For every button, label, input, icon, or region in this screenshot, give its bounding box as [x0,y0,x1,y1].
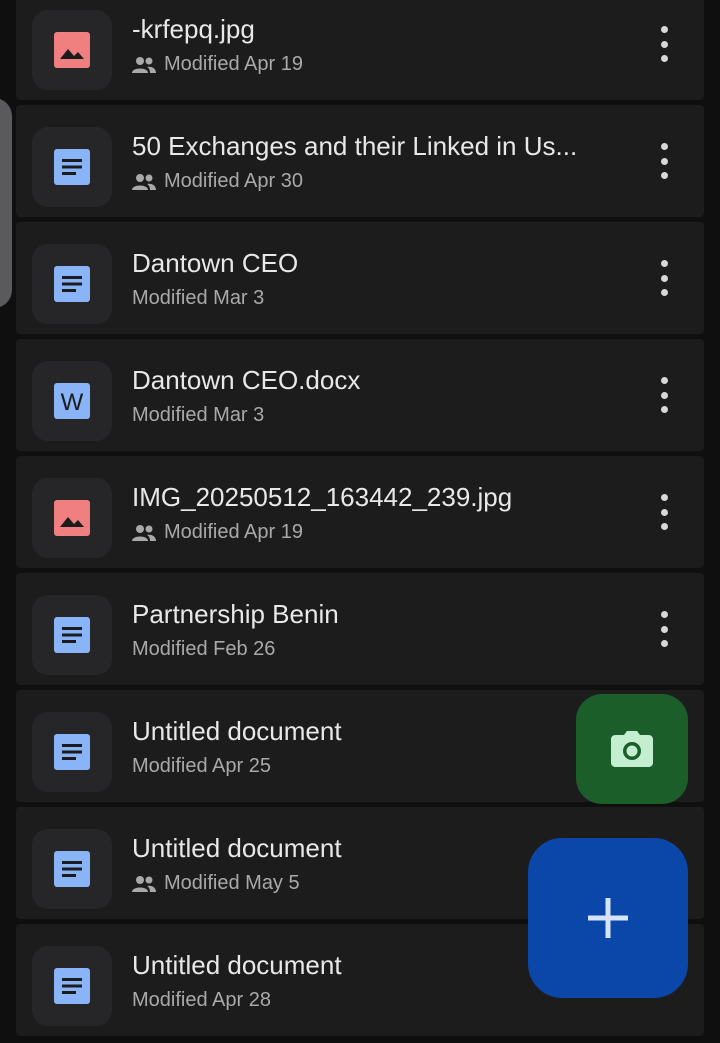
shared-people-icon [132,524,156,541]
doc-icon [54,851,90,887]
doc-icon [54,266,90,302]
file-row[interactable]: W Dantown CEO.docx Modified Mar 3 [16,339,704,451]
file-thumbnail [32,127,112,207]
scan-camera-button[interactable] [576,694,688,804]
word-letter: W [61,389,84,416]
modified-date: Modified Apr 19 [164,521,303,543]
plus-icon [588,898,628,938]
modified-date: Modified Mar 3 [132,287,265,309]
file-meta: Modified Apr 28 [132,989,271,1012]
file-thumbnail [32,712,112,792]
file-row[interactable]: Partnership Benin Modified Feb 26 [16,573,704,685]
image-icon [54,500,90,536]
modified-date: Modified Apr 28 [132,989,271,1011]
shared-people-icon [132,875,156,892]
file-name: Dantown CEO [132,248,299,278]
file-thumbnail [32,478,112,558]
file-thumbnail [32,946,112,1026]
file-name: Partnership Benin [132,599,339,629]
file-row[interactable]: IMG_20250512_163442_239.jpg Modified Apr… [16,456,704,568]
file-name: 50 Exchanges and their Linked in Us... [132,131,578,161]
file-meta: Modified Apr 30 [132,170,303,193]
camera-icon [611,731,653,767]
file-meta: Modified Feb 26 [132,638,275,661]
file-meta: Modified Mar 3 [132,404,264,427]
modified-date: Modified May 5 [164,872,300,894]
file-meta: Modified Mar 3 [132,287,264,310]
doc-icon [54,968,90,1004]
file-meta: Modified Apr 19 [132,521,303,544]
file-thumbnail [32,829,112,909]
file-thumbnail [32,10,112,90]
modified-date: Modified Apr 25 [132,755,271,777]
file-name: Dantown CEO.docx [132,365,361,395]
modified-date: Modified Apr 30 [164,170,303,192]
file-meta: Modified Apr 25 [132,755,271,778]
new-file-button[interactable] [528,838,688,998]
more-options-icon[interactable] [652,26,676,62]
file-thumbnail [32,595,112,675]
file-name: -krfepq.jpg [132,14,255,44]
more-options-icon[interactable] [652,494,676,530]
doc-icon [54,149,90,185]
modified-date: Modified Feb 26 [132,638,276,660]
file-row[interactable]: 50 Exchanges and their Linked in Us... M… [16,105,704,217]
more-options-icon[interactable] [652,611,676,647]
file-row[interactable]: -krfepq.jpg Modified Apr 19 [16,0,704,100]
modified-date: Modified Apr 19 [164,53,303,75]
more-options-icon[interactable] [652,143,676,179]
doc-icon [54,734,90,770]
modified-date: Modified Mar 3 [132,404,265,426]
file-name: Untitled document [132,716,342,746]
shared-people-icon [132,56,156,73]
image-icon [54,32,90,68]
file-row[interactable]: Dantown CEO Modified Mar 3 [16,222,704,334]
word-icon: W [54,383,90,419]
more-options-icon[interactable] [652,377,676,413]
scroll-handle[interactable] [0,98,12,308]
file-name: IMG_20250512_163442_239.jpg [132,482,513,512]
file-meta: Modified May 5 [132,872,300,895]
file-thumbnail [32,244,112,324]
shared-people-icon [132,173,156,190]
more-options-icon[interactable] [652,260,676,296]
doc-icon [54,617,90,653]
file-meta: Modified Apr 19 [132,53,303,76]
file-thumbnail: W [32,361,112,441]
